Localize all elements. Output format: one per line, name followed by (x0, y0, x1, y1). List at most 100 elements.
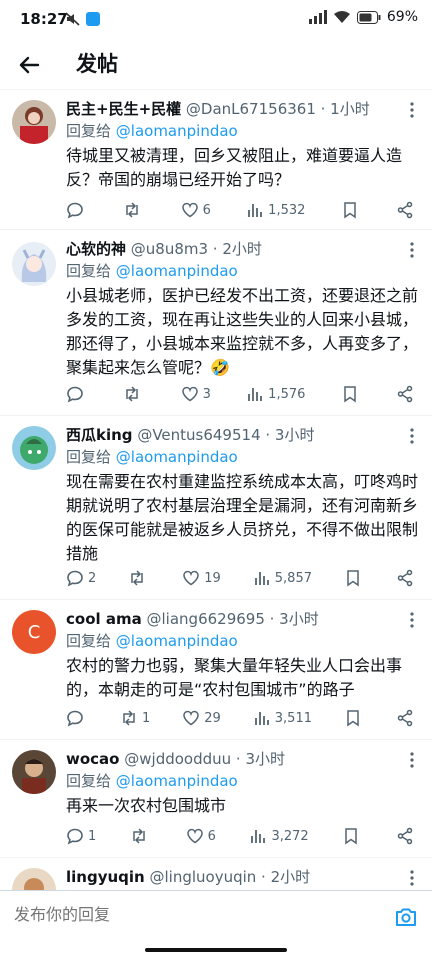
more-icon[interactable] (402, 240, 422, 260)
bookmark-icon (343, 202, 356, 219)
reply-button[interactable]: 1 (66, 827, 96, 845)
like-button[interactable]: 29 (182, 709, 221, 727)
retweet-button[interactable] (123, 385, 145, 403)
author-handle-time: @Ventus649514 · 3小时 (132, 426, 315, 444)
retweet-icon (126, 386, 139, 402)
avatar[interactable] (12, 750, 56, 794)
bookmark-button[interactable] (341, 201, 361, 219)
share-button[interactable] (396, 569, 416, 587)
reply-tweet[interactable]: 民主+民生+民權 @DanL67156361 · 1小时 回复给 @laoman… (0, 90, 432, 230)
author-name[interactable]: 心软的神 (66, 240, 126, 258)
mute-icon (65, 12, 80, 26)
more-icon[interactable] (402, 100, 422, 120)
reply-list[interactable]: 民主+民生+民權 @DanL67156361 · 1小时 回复给 @laoman… (0, 90, 432, 890)
views-button[interactable]: 3,511 (253, 709, 312, 727)
share-button[interactable] (396, 709, 416, 727)
like-button[interactable]: 6 (181, 201, 211, 219)
bookmark-button[interactable] (341, 385, 361, 403)
more-icon[interactable] (402, 868, 422, 888)
comment-icon (67, 710, 83, 727)
gesture-bar[interactable] (145, 948, 287, 952)
share-icon (397, 201, 413, 219)
share-button[interactable] (396, 827, 416, 845)
avatar[interactable] (12, 426, 56, 470)
views-button[interactable]: 1,576 (246, 385, 305, 403)
author-name[interactable]: 西瓜king (66, 426, 133, 444)
reply-to-line: 回复给 @laomanpindao (66, 772, 238, 790)
top-header: 发帖 (0, 40, 432, 90)
comment-icon (67, 570, 83, 587)
retweet-button[interactable] (128, 569, 150, 587)
reply-tweet[interactable]: 心软的神 @u8u8m3 · 2小时 回复给 @laomanpindao 小县城… (0, 230, 432, 416)
author-handle-time: @DanL67156361 · 1小时 (181, 100, 370, 118)
author-handle-time: @wjddoodduu · 3小时 (119, 750, 285, 768)
avatar[interactable] (12, 100, 56, 144)
avatar[interactable] (12, 242, 56, 286)
retweet-icon (126, 202, 139, 218)
retweet-icon (123, 710, 135, 726)
author-name[interactable]: 民主+民生+民權 (66, 100, 181, 118)
views-button[interactable]: 1,532 (246, 201, 305, 219)
reply-tweet[interactable]: C cool ama @liang6629695 · 3小时 回复给 @laom… (0, 600, 432, 740)
heart-icon (183, 570, 199, 586)
author-handle-time: @lingluoyuqin · 2小时 (144, 868, 311, 886)
share-button[interactable] (396, 385, 416, 403)
comment-icon (67, 202, 83, 219)
mention-link[interactable]: @laomanpindao (116, 632, 238, 650)
author-name[interactable]: wocao (66, 750, 119, 768)
views-icon (248, 388, 263, 401)
tweet-text: 小县城老师，医护已经发不出工资，还要退还之前多发的工资，现在再让这些失业的人回来… (66, 286, 419, 377)
bookmark-icon (347, 570, 359, 587)
share-button[interactable] (396, 201, 416, 219)
like-button[interactable]: 19 (182, 569, 221, 587)
mention-link[interactable]: @laomanpindao (116, 448, 238, 466)
battery-percent: 69% (386, 9, 418, 25)
tweet-text: 农村的警力也弱，聚集大量年轻失业人口会出事的，本朝走的可是“农村包围城市”的路子 (66, 656, 403, 699)
signal-icon (308, 10, 327, 24)
reply-button[interactable]: 2 (66, 569, 96, 587)
back-arrow-icon[interactable] (14, 50, 44, 80)
author-handle-time: @liang6629695 · 3小时 (141, 610, 319, 628)
page-title: 发帖 (76, 52, 118, 76)
views-icon (248, 204, 263, 217)
more-icon[interactable] (402, 426, 422, 446)
mention-link[interactable]: @laomanpindao (116, 772, 238, 790)
like-button[interactable]: 6 (186, 827, 216, 845)
tweet-text: 现在需要在农村重建监控系统成本太高，叮咚鸡时期就说明了农村基层治理全是漏洞，还有… (66, 472, 419, 563)
views-button[interactable]: 5,857 (253, 569, 312, 587)
retweet-button[interactable]: 1 (120, 709, 150, 727)
mention-link[interactable]: @laomanpindao (116, 122, 238, 140)
tweet-text: 再来一次农村包围城市 (66, 796, 227, 815)
reply-to-line: 回复给 @laomanpindao (66, 122, 238, 140)
bookmark-button[interactable] (344, 569, 364, 587)
heart-icon (186, 828, 203, 844)
reply-tweet[interactable]: lingyuqin @lingluoyuqin · 2小时 (0, 858, 432, 890)
more-icon[interactable] (402, 610, 422, 630)
more-icon[interactable] (402, 750, 422, 770)
avatar[interactable]: C (12, 610, 56, 654)
bookmark-button[interactable] (344, 709, 364, 727)
retweet-button[interactable] (123, 201, 145, 219)
reply-to-line: 回复给 @laomanpindao (66, 448, 238, 466)
mention-link[interactable]: @laomanpindao (116, 262, 238, 280)
reply-tweet[interactable]: wocao @wjddoodduu · 3小时 回复给 @laomanpinda… (0, 740, 432, 858)
reply-button[interactable] (66, 385, 88, 403)
avatar[interactable] (12, 868, 56, 890)
camera-icon[interactable] (394, 905, 418, 929)
reply-input[interactable] (14, 905, 374, 924)
like-button[interactable]: 3 (181, 385, 211, 403)
reply-button[interactable] (66, 709, 88, 727)
reply-button[interactable] (66, 201, 88, 219)
retweet-button[interactable] (130, 827, 152, 845)
bookmark-button[interactable] (342, 827, 362, 845)
author-name[interactable]: lingyuqin (66, 868, 145, 886)
views-button[interactable]: 3,272 (249, 827, 309, 845)
bookmark-icon (347, 710, 359, 727)
share-icon (397, 827, 413, 845)
retweet-icon (131, 570, 144, 586)
author-name[interactable]: cool ama (66, 610, 142, 628)
reply-tweet[interactable]: 西瓜king @Ventus649514 · 3小时 回复给 @laomanpi… (0, 416, 432, 600)
reply-composer (0, 890, 432, 944)
avatar-letter: C (27, 621, 41, 643)
views-icon (254, 712, 269, 725)
